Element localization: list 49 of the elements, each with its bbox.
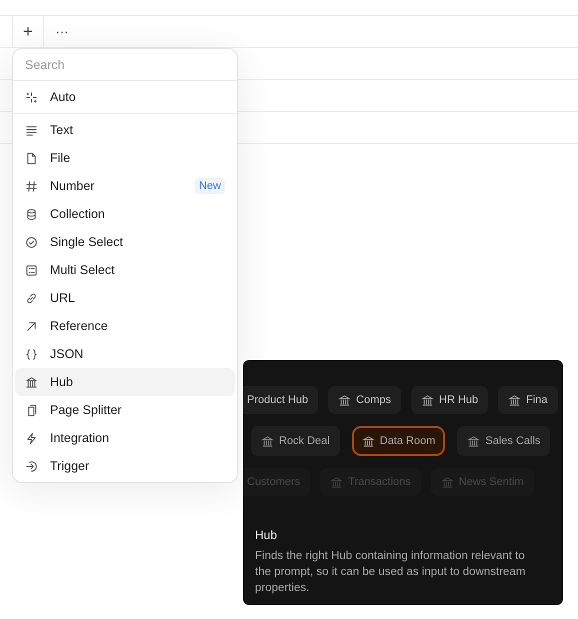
hub-chip: Sales Calls	[457, 426, 550, 456]
sparkle-icon	[25, 90, 38, 104]
menu-item[interactable]: Hub	[15, 368, 235, 396]
menu-item[interactable]: Text	[15, 116, 235, 144]
link-icon	[25, 292, 38, 304]
bank-icon	[261, 434, 274, 448]
search-field[interactable]: Search	[13, 49, 237, 81]
hub-chip: Product Hub	[243, 386, 318, 414]
arrow-icon	[25, 320, 38, 332]
preview-description: Finds the right Hub containing information relevant to the prompt, so it can be used as input to downstream properties.	[254, 549, 526, 596]
list-box-icon	[25, 264, 38, 276]
file-icon	[25, 152, 38, 164]
menu-item[interactable]: Page Splitter	[15, 396, 235, 424]
menu-item[interactable]: JSON	[15, 340, 235, 368]
new-badge: New	[194, 178, 225, 194]
bolt-icon	[25, 432, 38, 444]
menu-item[interactable]: Reference	[15, 312, 235, 340]
braces-icon	[25, 348, 38, 360]
hub-chip: Data Room	[352, 426, 446, 456]
hub-chip: Comps	[328, 386, 401, 414]
menu-item[interactable]: File	[15, 144, 235, 172]
bank-icon	[440, 476, 454, 488]
enter-icon	[25, 460, 38, 472]
text-lines-icon	[25, 124, 38, 136]
hub-chip: Fina	[498, 386, 558, 414]
menu-item[interactable]: Multi Select	[15, 256, 235, 284]
hub-chip: Rock Deal	[251, 426, 340, 456]
check-circle-icon	[25, 236, 38, 248]
bank-icon	[330, 476, 344, 488]
menu-item[interactable]: Number New	[15, 172, 235, 200]
bank-icon	[421, 394, 434, 406]
add-column-button[interactable]: +	[13, 16, 44, 47]
hash-icon	[25, 180, 38, 192]
menu-item[interactable]: URL	[15, 284, 235, 312]
hub-chip: HR Hub	[411, 386, 488, 414]
database-icon	[25, 208, 38, 220]
menu-item[interactable]: Integration	[15, 424, 235, 452]
pages-icon	[25, 404, 38, 416]
bank-icon	[338, 394, 352, 406]
menu-item[interactable]: Auto	[15, 83, 235, 111]
menu-item[interactable]: Single Select	[15, 228, 235, 256]
preview-title: Hub	[254, 528, 278, 542]
menu-item[interactable]: Trigger	[15, 452, 235, 480]
bank-icon	[362, 434, 375, 448]
bank-icon	[467, 434, 480, 448]
bank-icon	[25, 376, 38, 388]
more-button[interactable]: ···	[44, 16, 80, 47]
menu-item[interactable]: Collection	[15, 200, 235, 228]
bank-icon	[508, 394, 522, 406]
